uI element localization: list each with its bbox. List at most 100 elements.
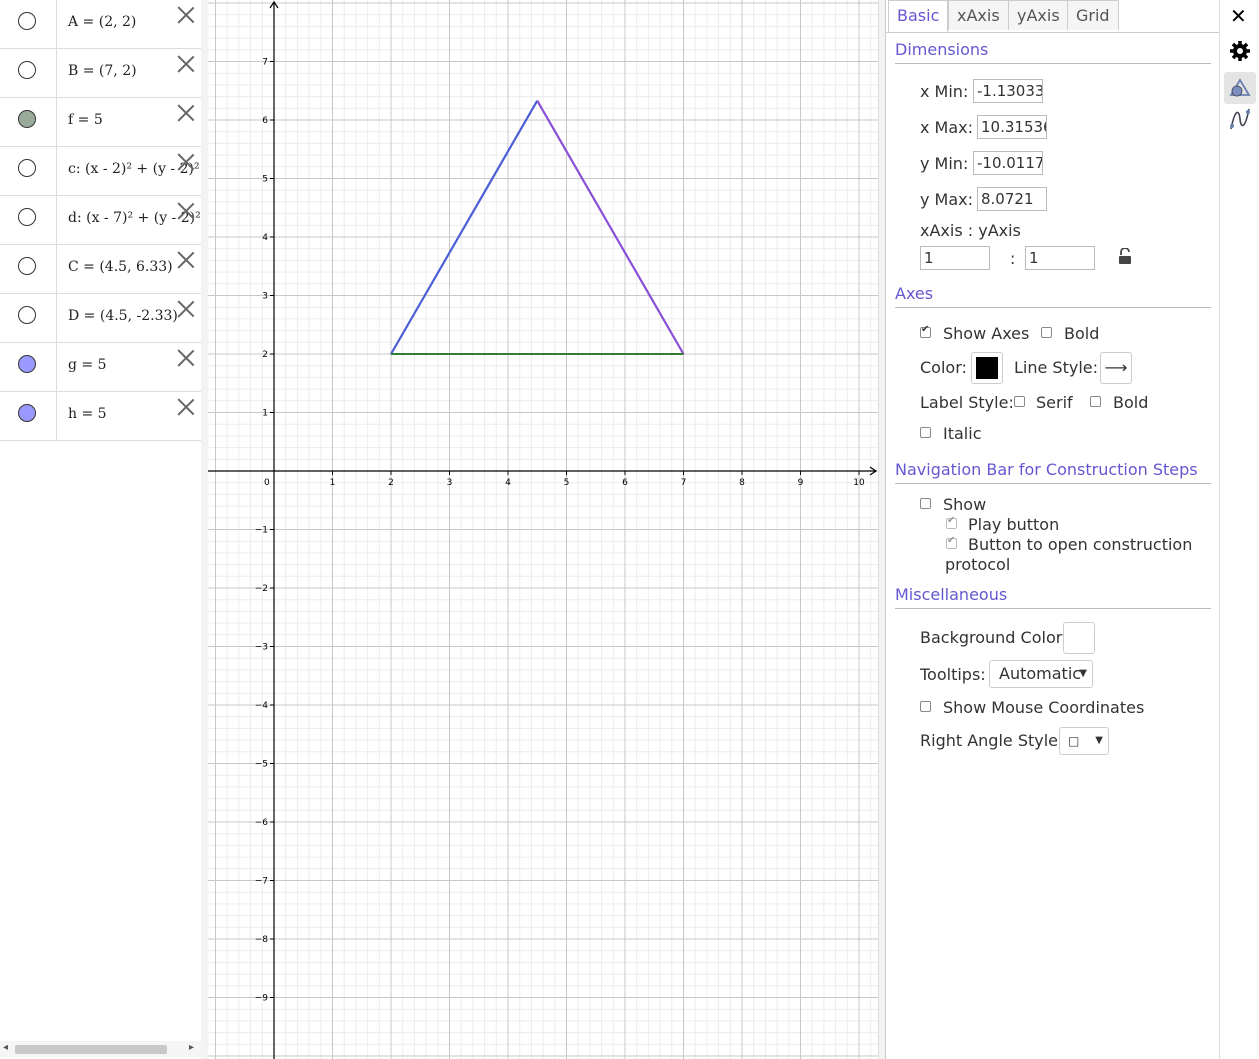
delete-icon[interactable] (177, 398, 195, 416)
visibility-toggle[interactable] (18, 61, 36, 79)
algebra-function-icon[interactable] (1229, 107, 1251, 131)
italic-label: Italic (943, 424, 982, 443)
ymin-input[interactable]: -10.01176 (973, 151, 1043, 175)
line-style-button[interactable]: ⟶ (1100, 352, 1132, 384)
close-icon[interactable]: ✕ (1230, 4, 1247, 28)
marble-cell (0, 245, 57, 293)
delete-icon[interactable] (177, 251, 195, 269)
dropdown-caret-icon: ▼ (1079, 668, 1087, 679)
algebra-item[interactable]: g = 5 (0, 343, 201, 392)
play-button-label: Play button (968, 515, 1060, 534)
play-button-checkbox[interactable] (946, 515, 957, 529)
open-protocol-label-cont: protocol (945, 555, 1011, 574)
xmin-input[interactable]: -1.13033 (973, 79, 1043, 103)
italic-checkbox[interactable] (920, 427, 931, 438)
y-tick-label: 5 (262, 175, 268, 185)
ymax-input[interactable]: 8.0721 (977, 187, 1047, 211)
tab-grid[interactable]: Grid (1067, 0, 1119, 30)
algebra-item[interactable]: d: (x - 7)² + (y - 2)² = (0, 196, 201, 245)
axis-ratio-label: xAxis : yAxis (920, 221, 1021, 240)
bold-checkbox[interactable] (1041, 327, 1052, 338)
color-label: Color: (920, 358, 967, 377)
visibility-toggle[interactable] (18, 159, 36, 177)
delete-icon[interactable] (177, 55, 195, 73)
mouse-coords-checkbox[interactable] (920, 701, 931, 712)
gear-icon[interactable] (1229, 40, 1251, 62)
ratio-x-input[interactable]: 1 (920, 246, 990, 270)
xmax-label: x Max: (920, 118, 974, 137)
right-angle-label: Right Angle Style: (920, 731, 1064, 750)
scroll-left-icon[interactable]: ◂ (3, 1042, 8, 1053)
algebra-item-text[interactable]: f = 5 (68, 112, 103, 128)
open-protocol-checkbox[interactable] (946, 535, 957, 549)
dropdown-caret-icon: ▼ (1095, 735, 1103, 746)
delete-icon[interactable] (177, 153, 195, 171)
tab-yaxis[interactable]: yAxis (1008, 0, 1069, 30)
x-tick-label: 7 (681, 478, 687, 488)
x-tick-label: 2 (388, 478, 394, 488)
y-tick-label: −1 (255, 526, 268, 536)
background-color-button[interactable] (1063, 622, 1095, 654)
algebra-item-text[interactable]: D = (4.5, -2.33) (68, 308, 178, 324)
algebra-view: A = (2, 2) B = (7, 2) f = 5 c: (x - 2)² + (… (0, 0, 202, 1059)
unlock-icon[interactable] (1118, 248, 1134, 266)
graphics-view[interactable]: 0 1 2 3 4 5 6 7 8 9 10 1 2 3 4 5 6 7 −1 −2 −3 −4 −5 −6 −7 −8 −9 (208, 0, 878, 1059)
x-tick-label: 10 (853, 478, 865, 488)
delete-icon[interactable] (177, 349, 195, 367)
label-bold-checkbox[interactable] (1090, 396, 1101, 407)
marble-cell (0, 196, 57, 244)
algebra-scrollbar[interactable]: ◂ ▸ (0, 1041, 201, 1057)
visibility-toggle[interactable] (18, 110, 36, 128)
scroll-thumb[interactable] (15, 1045, 167, 1054)
serif-checkbox[interactable] (1014, 396, 1025, 407)
visibility-toggle[interactable] (18, 257, 36, 275)
delete-icon[interactable] (177, 104, 195, 122)
right-angle-select[interactable]: □ ▼ (1059, 727, 1109, 755)
marble-cell (0, 98, 57, 146)
navbar-show-label: Show (943, 495, 987, 514)
algebra-item[interactable]: A = (2, 2) (0, 0, 201, 49)
delete-icon[interactable] (177, 300, 195, 318)
open-protocol-label: Button to open construction (968, 535, 1193, 554)
visibility-toggle[interactable] (18, 355, 36, 373)
xmax-input[interactable]: 10.31536 (977, 115, 1047, 139)
axes-color-button[interactable] (971, 352, 1003, 384)
algebra-item[interactable]: B = (7, 2) (0, 49, 201, 98)
visibility-toggle[interactable] (18, 404, 36, 422)
x-tick-label: 4 (505, 478, 511, 488)
scroll-right-icon[interactable]: ▸ (189, 1042, 194, 1053)
visibility-toggle[interactable] (18, 208, 36, 226)
delete-icon[interactable] (177, 6, 195, 24)
graphics-settings-tab[interactable] (1224, 72, 1256, 104)
tab-xaxis[interactable]: xAxis (948, 0, 1009, 30)
y-tick-label: −3 (255, 643, 268, 653)
x-tick-label: 1 (330, 478, 336, 488)
algebra-item[interactable]: C = (4.5, 6.33) (0, 245, 201, 294)
visibility-toggle[interactable] (18, 12, 36, 30)
algebra-item-text[interactable]: g = 5 (68, 357, 107, 373)
algebra-item[interactable]: D = (4.5, -2.33) (0, 294, 201, 343)
delete-icon[interactable] (177, 202, 195, 220)
algebra-item[interactable]: h = 5 (0, 392, 201, 441)
y-tick-label: 4 (262, 233, 268, 243)
algebra-item[interactable]: c: (x - 2)² + (y - 2)² = (0, 147, 201, 196)
algebra-item-text[interactable]: A = (2, 2) (68, 14, 136, 30)
algebra-item-text[interactable]: h = 5 (68, 406, 107, 422)
side-toolbar: ✕ (1219, 0, 1259, 1059)
ymin-label: y Min: (920, 154, 969, 173)
algebra-item-text[interactable]: B = (7, 2) (68, 63, 137, 79)
y-tick-label: 6 (262, 116, 268, 126)
show-axes-checkbox[interactable] (920, 324, 931, 338)
segment-h (536, 100, 685, 355)
visibility-toggle[interactable] (18, 306, 36, 324)
tab-basic[interactable]: Basic (888, 0, 949, 32)
coordinate-plane[interactable]: 0 1 2 3 4 5 6 7 8 9 10 1 2 3 4 5 6 7 −1 −2 −3 −4 −5 −6 −7 −8 −9 (208, 0, 878, 1059)
ratio-separator: : (1010, 249, 1016, 268)
ratio-y-input[interactable]: 1 (1025, 246, 1095, 270)
segment-g (390, 100, 539, 355)
y-tick-label: 2 (262, 350, 268, 360)
algebra-item-text[interactable]: C = (4.5, 6.33) (68, 259, 173, 275)
tooltips-select[interactable]: Automatic ▼ (989, 660, 1093, 688)
navbar-show-checkbox[interactable] (920, 498, 931, 509)
algebra-item[interactable]: f = 5 (0, 98, 201, 147)
